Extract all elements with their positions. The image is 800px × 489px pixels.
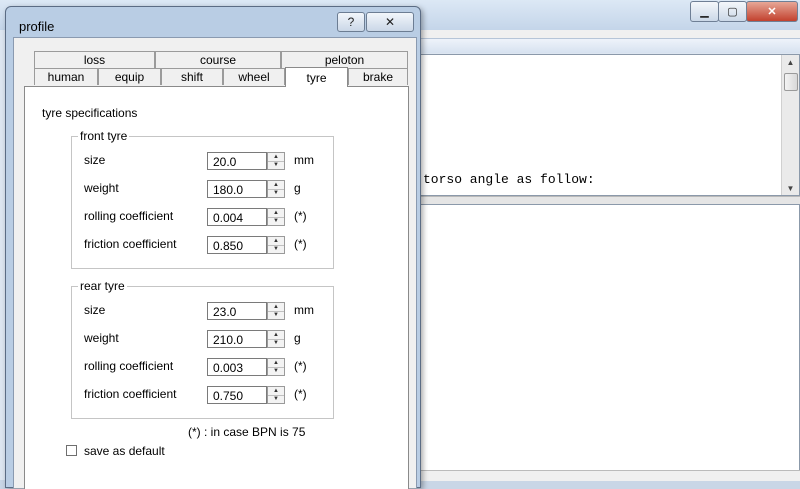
tab-equip[interactable]: equip — [98, 68, 161, 85]
minimize-button[interactable]: ▁ — [690, 1, 719, 22]
front-tyre-legend: front tyre — [78, 129, 130, 143]
output-text-pane[interactable]: torso angle as follow: ▲ ▼ — [418, 54, 800, 196]
front-rolling-unit: (*) — [294, 209, 307, 223]
help-button[interactable]: ? — [337, 12, 365, 32]
rear-tyre-legend: rear tyre — [78, 279, 127, 293]
scroll-up-icon[interactable]: ▲ — [782, 55, 799, 69]
front-rolling-input[interactable]: 0.004 — [207, 208, 267, 226]
spin-down-arrow-icon[interactable]: ▼ — [268, 395, 284, 403]
front-size-input[interactable]: 20.0 — [207, 152, 267, 170]
save-default-label[interactable]: save as default — [84, 444, 165, 458]
scroll-thumb[interactable] — [784, 73, 798, 91]
rear-weight-unit: g — [294, 331, 301, 345]
dialog-titlebar[interactable]: profile ? ✕ — [6, 7, 420, 35]
front-size-spinner[interactable]: ▲ ▼ — [267, 152, 285, 170]
rear-friction-label: friction coefficient — [84, 387, 177, 401]
tab-loss[interactable]: loss — [34, 51, 155, 68]
front-friction-input[interactable]: 0.850 — [207, 236, 267, 254]
tab-tyre[interactable]: tyre — [285, 67, 348, 87]
section-title: tyre specifications — [42, 106, 138, 120]
front-friction-spinner[interactable]: ▲ ▼ — [267, 236, 285, 254]
close-button[interactable]: ✕ — [746, 1, 798, 22]
tab-peloton[interactable]: peloton — [281, 51, 408, 68]
spin-down-arrow-icon[interactable]: ▼ — [268, 339, 284, 347]
profile-dialog: profile ? ✕ loss course peloton human eq… — [5, 6, 421, 489]
spin-down-arrow-icon[interactable]: ▼ — [268, 161, 284, 169]
front-weight-label: weight — [84, 181, 119, 195]
dialog-close-button[interactable]: ✕ — [366, 12, 414, 32]
minimize-icon: ▁ — [700, 6, 709, 18]
rear-friction-unit: (*) — [294, 387, 307, 401]
spin-down-arrow-icon[interactable]: ▼ — [268, 311, 284, 319]
close-icon: ✕ — [384, 15, 396, 29]
spin-down-arrow-icon[interactable]: ▼ — [268, 189, 284, 197]
rear-rolling-unit: (*) — [294, 359, 307, 373]
front-weight-unit: g — [294, 181, 301, 195]
maximize-icon: ▢ — [727, 6, 738, 18]
save-default-checkbox[interactable] — [66, 445, 77, 456]
rear-weight-label: weight — [84, 331, 119, 345]
maximize-button[interactable]: ▢ — [718, 1, 747, 22]
rear-size-spinner[interactable]: ▲ ▼ — [267, 302, 285, 320]
output-text: torso angle as follow: — [423, 172, 595, 187]
rear-friction-spinner[interactable]: ▲ ▼ — [267, 386, 285, 404]
spin-down-arrow-icon[interactable]: ▼ — [268, 217, 284, 225]
front-size-label: size — [84, 153, 106, 167]
front-friction-unit: (*) — [294, 237, 307, 251]
scroll-down-icon[interactable]: ▼ — [782, 181, 799, 195]
tab-shift[interactable]: shift — [161, 68, 223, 85]
tab-course[interactable]: course — [155, 51, 281, 68]
rear-weight-spinner[interactable]: ▲ ▼ — [267, 330, 285, 348]
output-scrollbar[interactable]: ▲ ▼ — [781, 55, 799, 195]
rear-rolling-input[interactable]: 0.003 — [207, 358, 267, 376]
dialog-title: profile — [19, 19, 55, 34]
toolbar-band — [418, 38, 800, 53]
front-rolling-label: rolling coefficient — [84, 209, 174, 223]
front-weight-input[interactable]: 180.0 — [207, 180, 267, 198]
spin-down-arrow-icon[interactable]: ▼ — [268, 367, 284, 375]
rear-size-unit: mm — [294, 303, 314, 317]
front-size-unit: mm — [294, 153, 314, 167]
rear-rolling-label: rolling coefficient — [84, 359, 174, 373]
input-text-pane[interactable] — [418, 204, 800, 471]
front-weight-spinner[interactable]: ▲ ▼ — [267, 180, 285, 198]
rear-friction-input[interactable]: 0.750 — [207, 386, 267, 404]
tab-wheel[interactable]: wheel — [223, 68, 285, 85]
rear-size-input[interactable]: 23.0 — [207, 302, 267, 320]
close-icon: ✕ — [767, 6, 777, 18]
status-bar — [418, 470, 800, 481]
rear-weight-input[interactable]: 210.0 — [207, 330, 267, 348]
rear-size-label: size — [84, 303, 106, 317]
tab-human[interactable]: human — [34, 68, 98, 85]
front-rolling-spinner[interactable]: ▲ ▼ — [267, 208, 285, 226]
tab-brake[interactable]: brake — [348, 68, 408, 85]
bpn-note: (*) : in case BPN is 75 — [188, 425, 306, 439]
rear-rolling-spinner[interactable]: ▲ ▼ — [267, 358, 285, 376]
help-icon: ? — [347, 15, 355, 29]
spin-down-arrow-icon[interactable]: ▼ — [268, 245, 284, 253]
front-friction-label: friction coefficient — [84, 237, 177, 251]
